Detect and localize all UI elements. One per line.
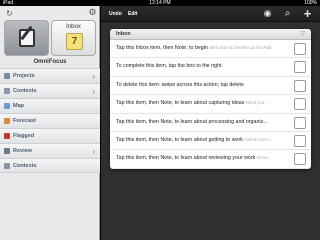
- item-text: Tap this item, then Note, to learn about…: [116, 137, 287, 143]
- perspective-tiles: Inbox 7: [4, 20, 96, 56]
- list-item[interactable]: Tap this item, then Note, to learn about…: [110, 95, 311, 114]
- completion-checkbox[interactable]: [294, 43, 306, 55]
- main-area: Undo Edit ◉ ⌕ + Inbox ▽ Tap this Inbox i…: [101, 6, 320, 240]
- forecast-icon: [4, 118, 10, 124]
- chevron-right-icon: ›: [92, 72, 95, 81]
- review-icon: [4, 148, 10, 154]
- undo-button[interactable]: Undo: [109, 10, 122, 18]
- inbox-label: Inbox: [66, 24, 81, 30]
- sidebar-item-label: Map: [13, 103, 24, 109]
- sidebar-item-map[interactable]: Map: [0, 98, 100, 113]
- contexts-icon: [4, 88, 10, 94]
- add-icon[interactable]: +: [302, 7, 313, 20]
- projects-icon: [4, 73, 10, 79]
- item-title: Tap this item, then Note, to learn about…: [116, 155, 256, 162]
- item-text: Tap this item, then Note, to learn about…: [116, 100, 287, 106]
- sidebar-item-projects[interactable]: Projects ›: [0, 68, 100, 83]
- item-title: To delete this item: swipe across this a…: [116, 81, 244, 88]
- list-item[interactable]: Tap this item, then Note, to learn about…: [110, 132, 311, 151]
- completion-checkbox[interactable]: [294, 153, 306, 166]
- item-note: Welcome to OmniFocus for iPad: [209, 45, 272, 50]
- chevron-right-icon: ›: [92, 87, 95, 96]
- toolbar: Undo Edit ◉ ⌕ +: [101, 6, 320, 22]
- sidebar-item-label: Forecast: [13, 118, 36, 124]
- app-name: OmniFocus: [33, 59, 67, 65]
- gear-icon[interactable]: ⚙: [88, 8, 97, 17]
- sidebar-item-forecast[interactable]: Forecast: [0, 113, 100, 128]
- item-text: Tap this item, then Note, to learn about…: [116, 155, 287, 161]
- item-note: OmniFocus f...: [244, 136, 273, 142]
- item-title: To complete this item, tap the box to th…: [116, 63, 222, 70]
- sidebar-item-flagged[interactable]: Flagged: [0, 128, 100, 143]
- completion-checkbox[interactable]: [294, 134, 306, 147]
- sidebar-nav: Projects › Contexts › Map Forecast Flagg…: [0, 68, 100, 173]
- list-item[interactable]: Tap this item, then Note, to learn about…: [110, 114, 311, 132]
- edit-button[interactable]: Edit: [128, 10, 137, 18]
- completion-checkbox[interactable]: [294, 61, 306, 74]
- sidebar: ↻ ⚙ Inbox 7 OmniFocus Projects › Context…: [0, 6, 100, 240]
- item-text: Tap this item, then Note, to learn about…: [116, 119, 287, 125]
- completion-checkbox[interactable]: [294, 79, 306, 92]
- list-item[interactable]: To delete this item: swipe across this a…: [110, 77, 311, 96]
- inbox-panel-header: Inbox ▽: [110, 29, 311, 40]
- flag-icon: [4, 133, 10, 139]
- item-text: Tap this Inbox item, then Note, to begin…: [116, 45, 287, 51]
- sidebar-item-contexts-2[interactable]: Contexts: [0, 158, 100, 173]
- item-title: Tap this Inbox item, then Note, to begin: [116, 45, 208, 51]
- search-icon[interactable]: ⌕: [282, 8, 293, 19]
- sidebar-item-label: Projects: [13, 73, 35, 79]
- contexts-icon: [4, 162, 10, 169]
- list-item[interactable]: To complete this item, tap the box to th…: [110, 58, 311, 77]
- panel-title: Inbox: [116, 31, 131, 37]
- item-title: Tap this item, then Note, to learn about…: [116, 136, 243, 143]
- sidebar-item-label: Contexts: [13, 162, 37, 169]
- sync-icon[interactable]: ↻: [5, 9, 14, 18]
- item-title: Tap this item, then Note, to learn about…: [116, 100, 245, 107]
- sidebar-item-label: Review: [13, 148, 32, 154]
- inbox-tray-icon: 7: [66, 33, 83, 50]
- item-text: To complete this item, tap the box to th…: [116, 63, 287, 69]
- eye-icon[interactable]: ◉: [262, 8, 273, 19]
- item-title: Tap this item, then Note, to learn about…: [116, 118, 268, 125]
- chevron-right-icon: ›: [92, 147, 95, 156]
- sidebar-item-review[interactable]: Review ›: [0, 143, 100, 158]
- sidebar-item-label: Contexts: [13, 88, 37, 94]
- map-icon: [4, 103, 10, 109]
- completion-checkbox[interactable]: [294, 116, 306, 129]
- sidebar-item-contexts[interactable]: Contexts ›: [0, 83, 100, 98]
- completion-checkbox[interactable]: [294, 98, 306, 111]
- compose-button[interactable]: [4, 20, 49, 56]
- inbox-count-badge: 7: [71, 36, 78, 47]
- filter-icon[interactable]: ▽: [300, 30, 305, 37]
- item-note: What you ...: [245, 100, 269, 106]
- list-item[interactable]: Tap this item, then Note, to learn about…: [110, 150, 311, 169]
- inbox-button[interactable]: Inbox 7: [51, 20, 96, 56]
- item-text: To delete this item: swipe across this a…: [116, 82, 287, 88]
- inbox-panel: Inbox ▽ Tap this Inbox item, then Note, …: [110, 29, 311, 169]
- item-note: Once...: [256, 155, 271, 161]
- list-item[interactable]: Tap this Inbox item, then Note, to begin…: [110, 40, 311, 59]
- sidebar-item-label: Flagged: [13, 133, 35, 139]
